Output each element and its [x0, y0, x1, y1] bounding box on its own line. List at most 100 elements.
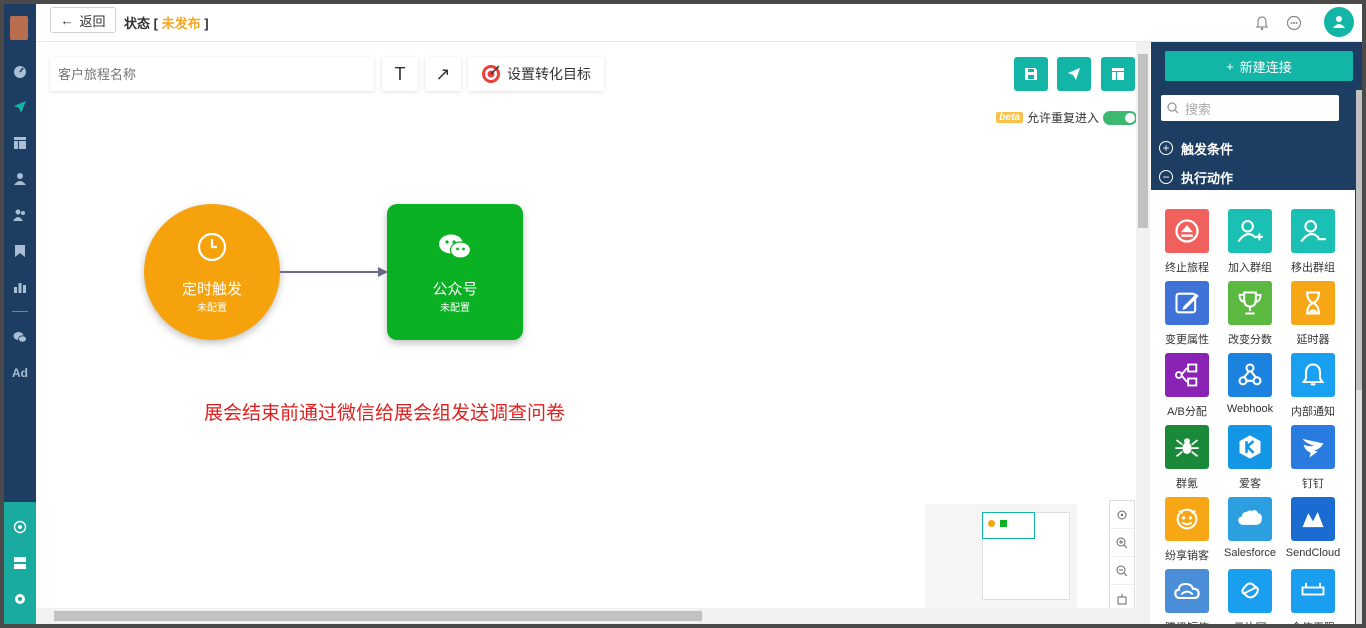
bookmark-icon[interactable]	[4, 240, 36, 262]
locate-icon[interactable]	[1110, 501, 1134, 529]
action-fxiaoke[interactable]: 纷享销客	[1158, 497, 1216, 563]
action-bell[interactable]: 内部通知	[1284, 353, 1342, 419]
action-label: Webhook	[1226, 403, 1274, 415]
scrollbar-thumb[interactable]	[1356, 90, 1362, 390]
set-goal-button[interactable]: 设置转化目标	[468, 57, 604, 91]
action-label: 改变分数	[1228, 334, 1272, 346]
action-user-add[interactable]: 加入群组	[1221, 209, 1279, 275]
aike-icon	[1228, 425, 1272, 469]
user-add-icon	[1228, 209, 1272, 253]
wechat-nav-icon[interactable]	[4, 326, 36, 348]
dingtalk-icon	[1291, 425, 1335, 469]
plus-icon: +	[1226, 58, 1234, 74]
action-spider[interactable]: 群氪	[1158, 425, 1216, 491]
arrow-left-icon: ←	[60, 12, 74, 28]
server-icon[interactable]	[4, 552, 36, 574]
minimap-viewport[interactable]	[982, 512, 1035, 539]
yunpian-icon	[1228, 569, 1272, 613]
publish-button[interactable]	[1057, 57, 1091, 91]
node-subtitle: 未配置	[197, 303, 227, 314]
text-tool-button[interactable]: T	[382, 57, 418, 91]
action-salesforce[interactable]: Salesforce	[1221, 497, 1279, 559]
hourglass-icon	[1291, 281, 1335, 325]
trigger-node[interactable]: 定时触发 未配置	[144, 204, 280, 340]
action-yunpian[interactable]: 云片网	[1221, 569, 1279, 624]
save-button[interactable]	[1014, 57, 1048, 91]
action-label: 延时器	[1296, 334, 1330, 346]
wechat-icon	[439, 234, 472, 259]
action-label: 群氪	[1176, 478, 1198, 490]
salesforce-icon	[1228, 497, 1272, 541]
action-trophy[interactable]: 改变分数	[1221, 281, 1279, 347]
cloud-icon	[1165, 569, 1209, 613]
zoom-out-icon[interactable]	[1110, 557, 1134, 585]
message-icon[interactable]	[1286, 15, 1302, 31]
journey-canvas[interactable]: T ↗ 设置转化目标 beta 允许重复进入 定时触发 未配置 公众号 未配置 …	[36, 42, 1150, 624]
action-label: 钉钉	[1302, 478, 1324, 490]
network-icon[interactable]	[4, 516, 36, 538]
journey-nav-icon[interactable]	[4, 96, 36, 118]
expand-icon: +	[1159, 141, 1173, 155]
action-dingtalk[interactable]: 钉钉	[1284, 425, 1342, 491]
repeat-entry-label: 允许重复进入	[1026, 111, 1099, 125]
layout-icon[interactable]	[4, 132, 36, 154]
action-hourglass[interactable]: 延时器	[1284, 281, 1342, 347]
panel-search-input[interactable]: 搜索	[1161, 95, 1339, 121]
bar-chart-icon[interactable]	[4, 276, 36, 298]
action-qixin[interactable]: 企信无限	[1284, 569, 1342, 624]
minimap-wechat-dot	[1000, 520, 1007, 527]
notification-bell-icon[interactable]	[1254, 15, 1270, 31]
action-ab-split[interactable]: A/B分配	[1158, 353, 1216, 419]
node-title: 定时触发	[181, 281, 242, 298]
user-icon[interactable]	[4, 168, 36, 190]
target-icon	[482, 65, 500, 83]
users-icon[interactable]	[4, 204, 36, 226]
action-label: 变更属性	[1165, 334, 1209, 346]
action-user-remove[interactable]: 移出群组	[1284, 209, 1342, 275]
wechat-node[interactable]: 公众号 未配置	[387, 204, 523, 340]
dashboard-icon[interactable]	[4, 60, 36, 82]
canvas-horizontal-scrollbar[interactable]	[36, 608, 1150, 624]
minimap[interactable]	[925, 504, 1077, 612]
arrow-tool-icon: ↗	[435, 63, 451, 84]
canvas-vertical-scrollbar[interactable]	[1136, 42, 1150, 608]
arrow-tool-button[interactable]: ↗	[425, 57, 461, 91]
zoom-controls	[1109, 500, 1135, 612]
section-triggers[interactable]: + 触发条件	[1151, 135, 1362, 161]
beta-badge: beta	[996, 112, 1023, 123]
panel-scrollbar[interactable]	[1356, 90, 1362, 624]
canvas-note-text[interactable]: 展会结束前通过微信给展会组发送调查问卷	[204, 398, 565, 425]
ad-icon[interactable]: Ad	[4, 362, 36, 384]
back-button[interactable]: ← 返回	[50, 7, 116, 33]
user-avatar[interactable]	[1324, 7, 1354, 37]
action-cloud[interactable]: 腾讯短信	[1158, 569, 1216, 624]
new-connection-button[interactable]: + 新建连接	[1165, 51, 1353, 81]
left-nav: Ad	[4, 4, 36, 624]
action-label: 企信无限	[1284, 619, 1342, 624]
section-actions[interactable]: − 执行动作	[1151, 164, 1362, 190]
action-grid: 终止旅程 加入群组 移出群组变更属性 改变分数 延时器 A/B分配 Webhook 内部通知群…	[1151, 190, 1355, 624]
action-label: 爱客	[1239, 478, 1261, 490]
scrollbar-thumb[interactable]	[1138, 54, 1148, 228]
journey-name-input[interactable]	[50, 57, 374, 91]
action-sendcloud[interactable]: SendCloud	[1284, 497, 1342, 559]
repeat-entry-toggle[interactable]	[1103, 110, 1137, 125]
clock-icon	[197, 232, 227, 262]
status-prefix: 状态 [	[124, 16, 158, 31]
zoom-in-icon[interactable]	[1110, 529, 1134, 557]
layout-icon	[1112, 68, 1124, 80]
action-stop[interactable]: 终止旅程	[1158, 209, 1216, 275]
nav-divider	[12, 311, 28, 312]
settings-icon[interactable]	[4, 588, 36, 610]
collapse-icon: −	[1159, 170, 1173, 184]
new-connection-label: 新建连接	[1239, 59, 1292, 75]
search-placeholder: 搜索	[1185, 101, 1212, 117]
layout-button[interactable]	[1101, 57, 1135, 91]
ab-split-icon	[1165, 353, 1209, 397]
action-edit[interactable]: 变更属性	[1158, 281, 1216, 347]
scrollbar-thumb[interactable]	[54, 611, 702, 621]
action-aike[interactable]: 爱客	[1221, 425, 1279, 491]
action-label: 纷享销客	[1165, 550, 1209, 562]
status-value: 未发布	[161, 16, 201, 31]
action-webhook[interactable]: Webhook	[1221, 353, 1279, 415]
